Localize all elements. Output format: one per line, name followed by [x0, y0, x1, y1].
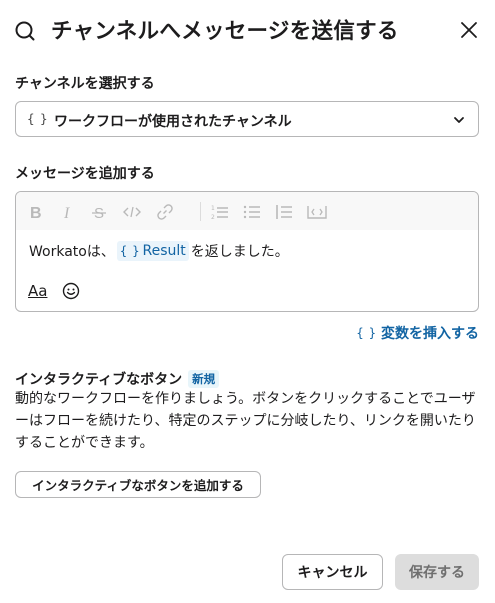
- code-icon[interactable]: [122, 203, 142, 221]
- message-text[interactable]: Workatoは、 { } Result を返しました。: [29, 241, 289, 261]
- pill-label: Result: [142, 243, 186, 259]
- save-button[interactable]: 保存する: [395, 554, 479, 590]
- channel-select[interactable]: { } ワークフローが使用されたチャンネル: [15, 101, 479, 137]
- interactive-buttons-title: インタラクティブなボタン: [15, 372, 183, 388]
- strikethrough-icon[interactable]: S: [90, 203, 108, 221]
- message-label: メッセージを追加する: [15, 166, 155, 182]
- channel-label: チャンネルを選択する: [15, 76, 155, 92]
- close-button[interactable]: [456, 17, 482, 43]
- indent-icon[interactable]: [274, 203, 294, 221]
- variable-icon: { }: [27, 111, 48, 126]
- svg-text:B: B: [30, 205, 42, 220]
- search-icon: [15, 21, 35, 41]
- cancel-button[interactable]: キャンセル: [282, 554, 383, 590]
- close-icon: [461, 22, 477, 38]
- message-text-after: を返しました。: [190, 244, 289, 260]
- message-editor[interactable]: B I S 12 Workatoは、 { } Result を返しました。 Aa: [15, 191, 479, 312]
- add-interactive-button[interactable]: インタラクティブなボタンを追加する: [15, 471, 261, 498]
- italic-icon[interactable]: I: [59, 203, 77, 221]
- bold-icon[interactable]: B: [27, 203, 45, 221]
- svg-text:2: 2: [211, 214, 215, 220]
- variable-icon: { }: [119, 244, 140, 258]
- svg-text:1: 1: [211, 205, 215, 212]
- code-block-icon[interactable]: [306, 203, 328, 221]
- chevron-down-icon: [454, 117, 464, 123]
- insert-variable-label: 変数を挿入する: [381, 326, 479, 342]
- dialog-header: チャンネルへメッセージを送信する: [0, 0, 495, 62]
- insert-variable-link[interactable]: { } 変数を挿入する: [356, 323, 479, 343]
- numbered-list-icon[interactable]: 12: [210, 203, 230, 221]
- svg-text:I: I: [63, 205, 70, 220]
- channel-select-value: ワークフローが使用されたチャンネル: [54, 114, 292, 130]
- formatting-toolbar: B I S 12: [16, 192, 478, 230]
- new-badge: 新規: [188, 370, 220, 388]
- toolbar-divider: [200, 202, 201, 221]
- variable-icon: { }: [356, 326, 376, 340]
- text-format-button[interactable]: Aa: [28, 282, 47, 300]
- result-variable-pill[interactable]: { } Result: [116, 241, 189, 261]
- message-text-before: Workatoは、: [29, 244, 115, 260]
- interactive-buttons-heading: インタラクティブなボタン 新規: [15, 369, 220, 389]
- interactive-buttons-description: 動的なワークフローを作りましょう。ボタンをクリックすることでユーザーはフローを続…: [15, 391, 476, 451]
- dialog-title: チャンネルへメッセージを送信する: [51, 19, 399, 44]
- bulleted-list-icon[interactable]: [242, 203, 262, 221]
- link-icon[interactable]: [155, 203, 175, 221]
- emoji-icon[interactable]: [62, 282, 80, 300]
